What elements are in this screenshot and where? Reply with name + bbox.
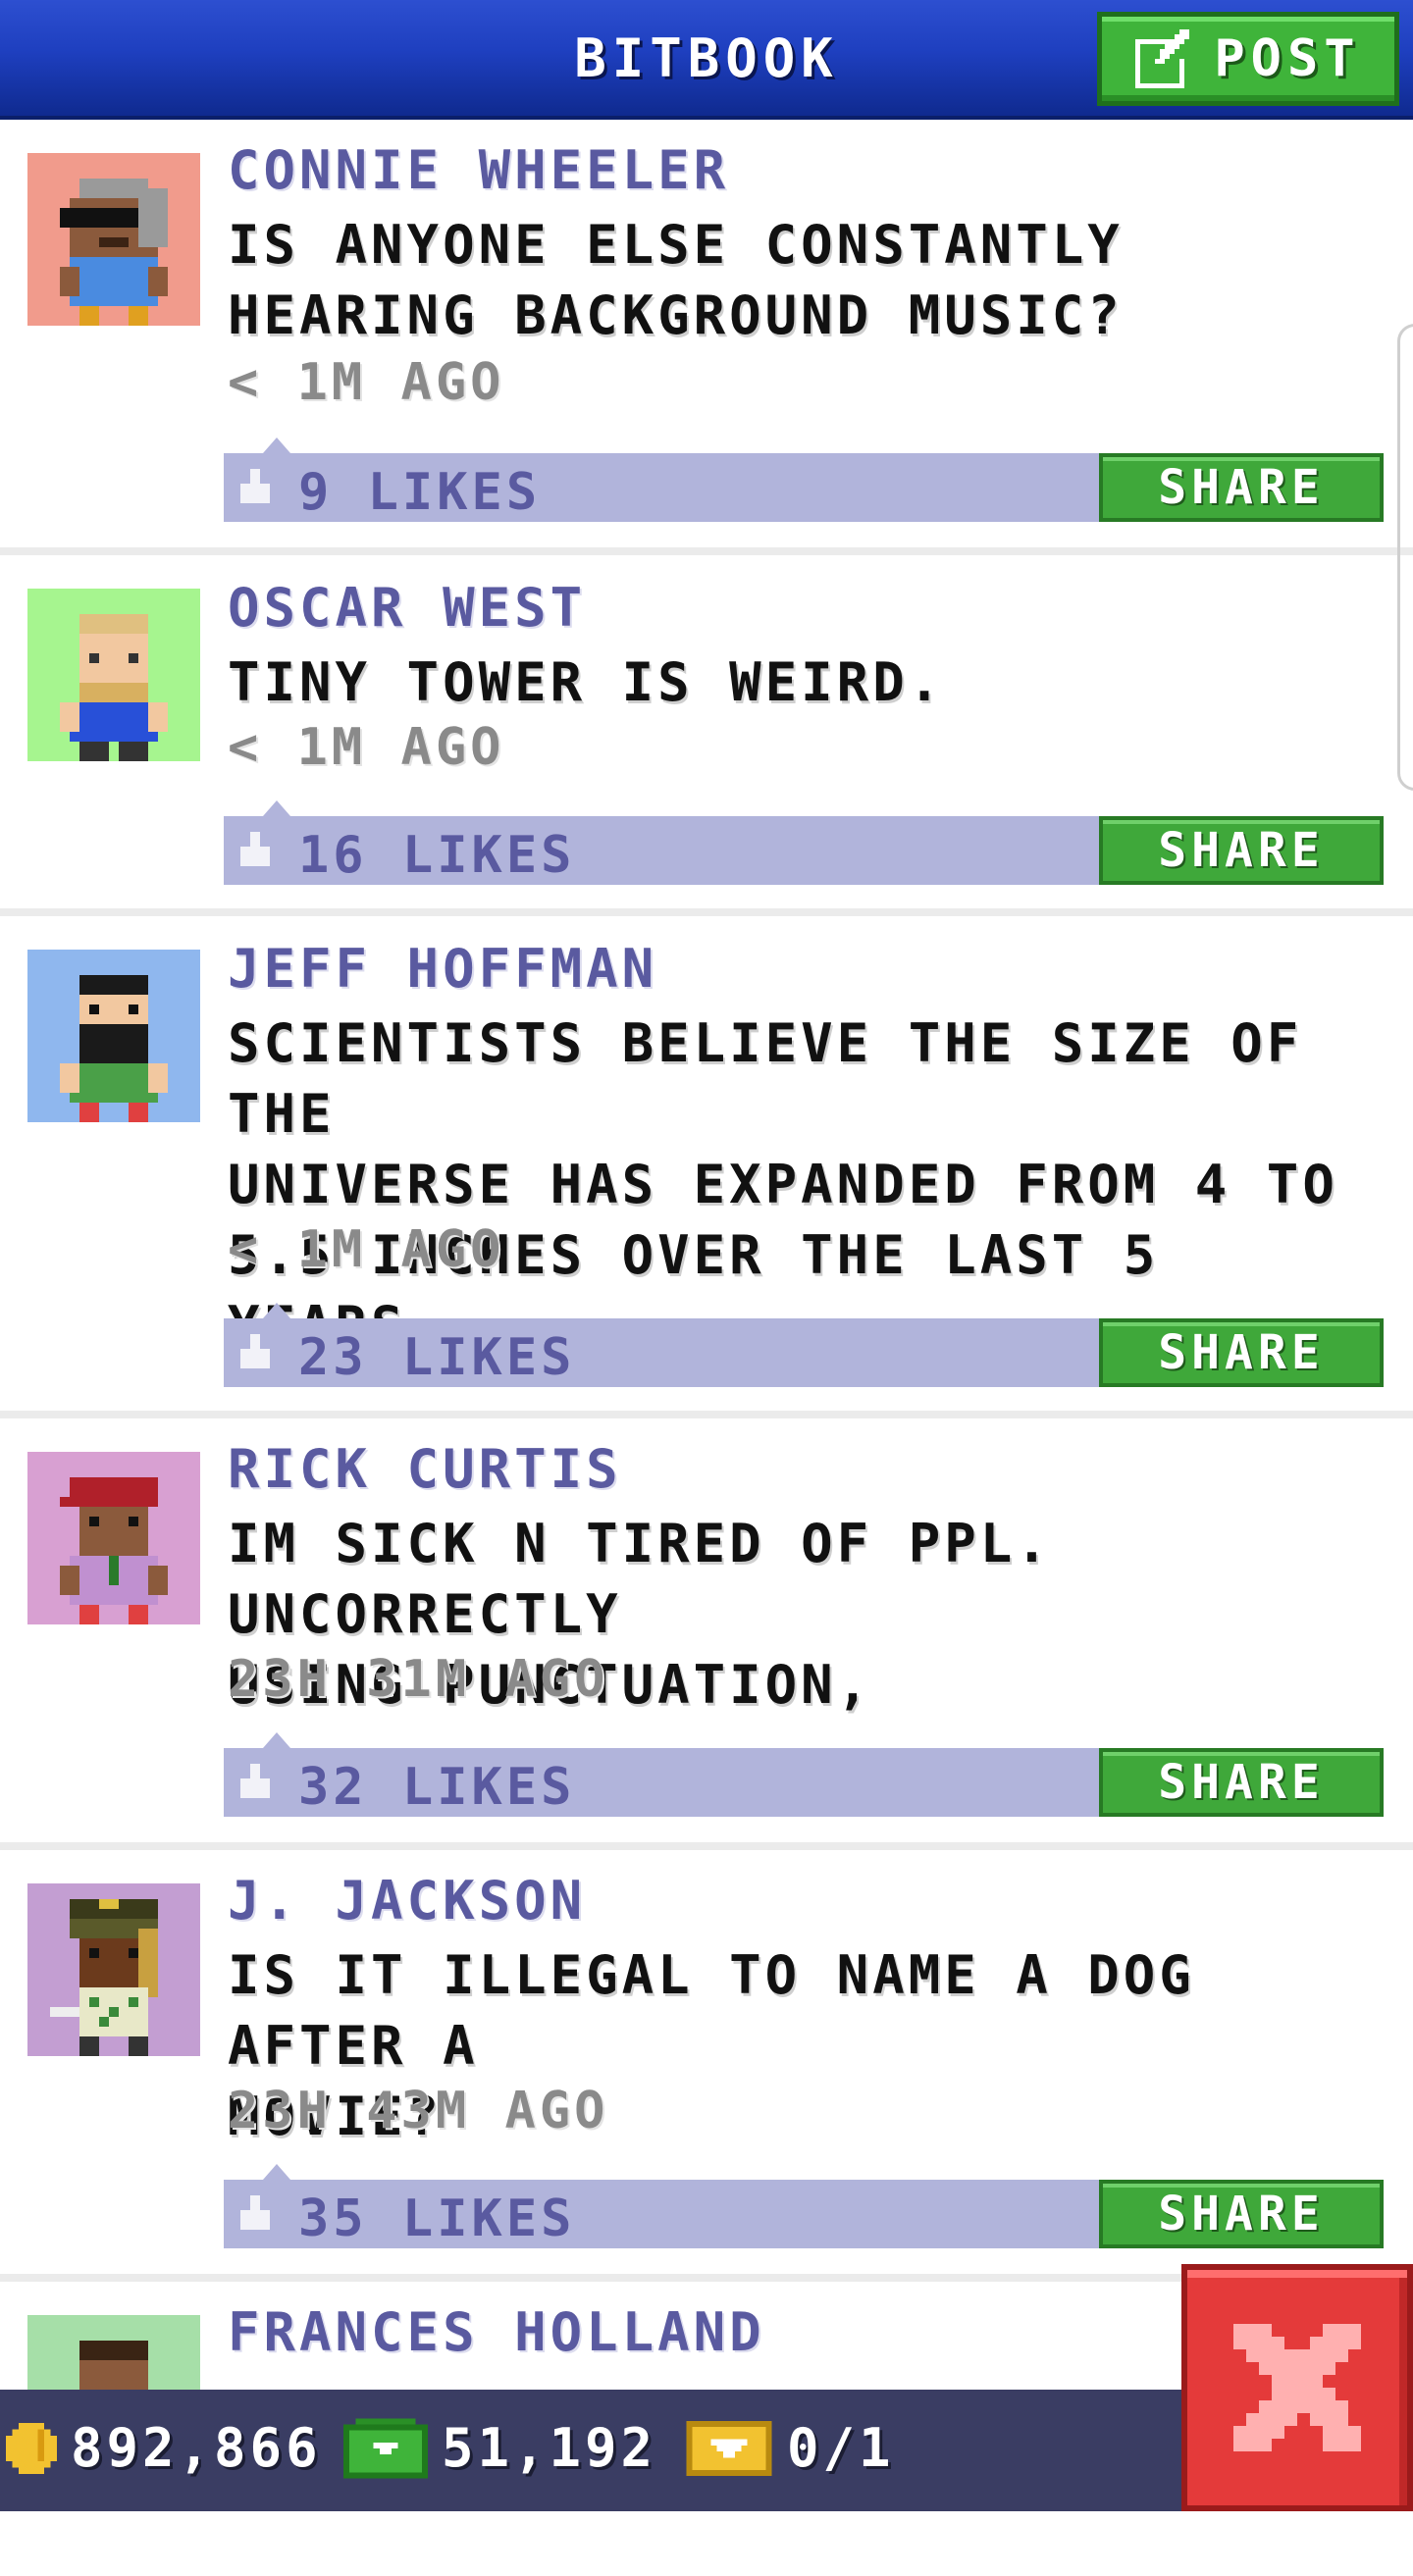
- post-time: 23H 43M AGO: [228, 2082, 609, 2140]
- post-author[interactable]: OSCAR WEST: [228, 577, 586, 639]
- share-button[interactable]: SHARE: [1099, 1748, 1384, 1817]
- likes-bar: 16 LIKES SHARE: [224, 800, 1384, 885]
- post-author[interactable]: FRANCES HOLLAND: [228, 2301, 765, 2363]
- thumbs-up-icon: [240, 1764, 270, 1798]
- post-item: CONNIE WHEELER IS ANYONE ELSE CONSTANTLY…: [0, 120, 1413, 555]
- post-message: SCIENTISTS BELIEVE THE SIZE OF THE UNIVE…: [228, 1012, 1338, 1357]
- likes-count: 9 LIKES: [298, 463, 542, 522]
- post-time: < 1M AGO: [228, 1220, 505, 1279]
- share-button[interactable]: SHARE: [1099, 816, 1384, 885]
- scrollbar[interactable]: [1397, 324, 1413, 791]
- share-button[interactable]: SHARE: [1099, 453, 1384, 522]
- bux-stat: 51,192: [343, 2417, 656, 2479]
- post-item: JEFF HOFFMAN SCIENTISTS BELIEVE THE SIZE…: [0, 916, 1413, 1418]
- post-author[interactable]: J. JACKSON: [228, 1870, 586, 1932]
- post-button-label: POST: [1214, 29, 1361, 88]
- app-header: BITBOOK POST: [0, 0, 1413, 120]
- close-icon: [1233, 2324, 1361, 2451]
- likes-count: 35 LIKES: [298, 2190, 576, 2248]
- avatar[interactable]: [27, 1883, 200, 2056]
- post-time: < 1M AGO: [228, 353, 505, 412]
- thumbs-up-icon: [240, 1334, 270, 1368]
- likes-count: 23 LIKES: [298, 1328, 576, 1387]
- likes-bar: 9 LIKES SHARE: [224, 438, 1384, 522]
- share-button[interactable]: SHARE: [1099, 1318, 1384, 1387]
- bux-value: 51,192: [442, 2417, 657, 2479]
- post-time: < 1M AGO: [228, 718, 505, 777]
- feed: CONNIE WHEELER IS ANYONE ELSE CONSTANTLY…: [0, 120, 1413, 2576]
- thumbs-up-icon: [240, 469, 270, 503]
- bux-icon: [343, 2417, 428, 2479]
- close-button[interactable]: [1181, 2264, 1413, 2511]
- likes-count: 16 LIKES: [298, 826, 576, 885]
- tickets-value: 0/1: [787, 2417, 895, 2479]
- tickets-stat: 0/1: [685, 2417, 895, 2479]
- post-time: 23H 31M AGO: [228, 1650, 609, 1709]
- likes-bar: 23 LIKES SHARE: [224, 1303, 1384, 1387]
- post-author[interactable]: JEFF HOFFMAN: [228, 938, 657, 1000]
- compose-icon: [1135, 29, 1190, 88]
- post-button[interactable]: POST: [1097, 12, 1399, 106]
- avatar[interactable]: [27, 153, 200, 326]
- post-message: IS ANYONE ELSE CONSTANTLY HEARING BACKGR…: [228, 214, 1124, 346]
- post-item: OSCAR WEST TINY TOWER IS WEIRD. < 1M AGO…: [0, 555, 1413, 916]
- avatar[interactable]: [27, 1452, 200, 1624]
- post-author[interactable]: RICK CURTIS: [228, 1438, 622, 1500]
- likes-bar: 32 LIKES SHARE: [224, 1732, 1384, 1817]
- ticket-icon: [686, 2420, 772, 2476]
- post-message: TINY TOWER IS WEIRD.: [228, 651, 945, 713]
- coin-icon: [6, 2422, 57, 2474]
- thumbs-up-icon: [240, 832, 270, 866]
- post-item: RICK CURTIS IM SICK N TIRED OF PPL. UNCO…: [0, 1418, 1413, 1850]
- thumbs-up-icon: [240, 2195, 270, 2230]
- post-item: J. JACKSON IS IT ILLEGAL TO NAME A DOG A…: [0, 1850, 1413, 2282]
- coins-stat: 892,866: [6, 2417, 322, 2479]
- avatar[interactable]: [27, 950, 200, 1122]
- share-button[interactable]: SHARE: [1099, 2180, 1384, 2248]
- coins-value: 892,866: [71, 2417, 322, 2479]
- likes-count: 32 LIKES: [298, 1758, 576, 1817]
- likes-bar: 35 LIKES SHARE: [224, 2164, 1384, 2248]
- post-author[interactable]: CONNIE WHEELER: [228, 139, 729, 201]
- avatar[interactable]: [27, 589, 200, 761]
